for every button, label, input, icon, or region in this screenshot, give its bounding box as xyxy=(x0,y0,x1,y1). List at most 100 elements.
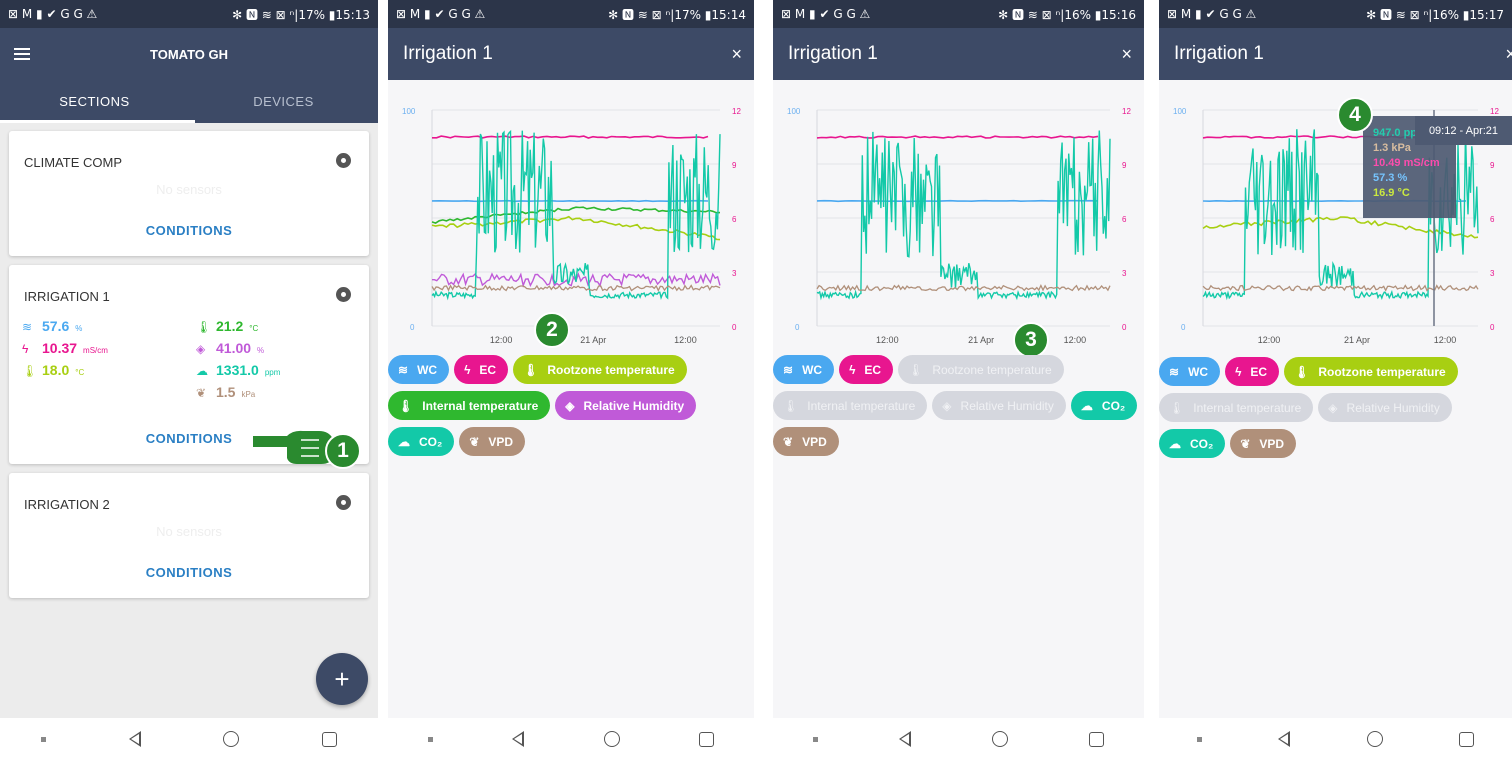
chip-wc[interactable]: ≋ WC xyxy=(388,355,450,384)
thermometer-icon: 🌡 xyxy=(196,320,212,334)
y-left-bottom-label: 0 xyxy=(410,323,415,332)
tab-devices[interactable]: DEVICES xyxy=(189,80,378,123)
modal-header: Irrigation 1 × xyxy=(388,28,754,80)
close-icon[interactable]: × xyxy=(1121,44,1132,65)
gear-icon[interactable] xyxy=(336,287,351,302)
chip-co2[interactable]: ☁ CO₂ xyxy=(1159,429,1226,458)
chip-co2[interactable]: ☁ CO₂ xyxy=(388,427,455,456)
y-right-tick-label: 9 xyxy=(732,161,737,170)
water-content-icon: ≋ xyxy=(783,362,794,377)
lightning-icon: ϟ xyxy=(1235,364,1242,379)
chip-ec[interactable]: ϟ EC xyxy=(839,355,894,384)
nav-dot-icon xyxy=(427,736,433,742)
back-icon[interactable] xyxy=(1278,731,1291,747)
android-nav-bar xyxy=(0,718,378,760)
sensor-value: 18.0 xyxy=(42,362,70,378)
phone-screen-chart-tooltip: ⊠ M ▮ ✔ G G ⚠ ✻ 🅽 ≋ ⊠ ⁿ|16% ▮15:17 Irrig… xyxy=(1159,0,1512,760)
chip-label: Relative Humidity xyxy=(960,398,1054,413)
gear-icon[interactable] xyxy=(336,495,351,510)
chip-label: Relative Humidity xyxy=(583,398,685,413)
y-left-bottom-label: 0 xyxy=(795,323,800,332)
chip-label: Internal temperature xyxy=(1193,400,1302,415)
back-icon[interactable] xyxy=(128,731,141,747)
home-icon[interactable] xyxy=(223,731,240,747)
close-icon[interactable]: × xyxy=(731,44,742,65)
home-icon[interactable] xyxy=(603,731,620,747)
close-icon[interactable]: × xyxy=(1505,44,1512,65)
chip-label: Rootzone temperature xyxy=(932,362,1052,377)
sensor-internal-temperature: 🌡 21.2 °C xyxy=(196,318,258,334)
status-icons-left: ⊠ M ▮ ✔ G G ⚠ xyxy=(396,7,486,21)
add-section-button[interactable]: + xyxy=(316,653,368,705)
gear-icon[interactable] xyxy=(336,153,351,168)
series-internal-temperature-line xyxy=(431,206,721,224)
recent-apps-icon[interactable] xyxy=(321,731,337,747)
conditions-button[interactable]: CONDITIONS xyxy=(9,223,369,238)
chip-rootzone-temperature[interactable]: 🌡 Rootzone temperature xyxy=(513,355,687,384)
x-tick-label: 21 Apr xyxy=(580,335,606,345)
chip-wc[interactable]: ≋ WC xyxy=(773,355,835,384)
android-nav-bar xyxy=(388,718,754,760)
modal-title: Irrigation 1 xyxy=(1174,43,1264,64)
tab-indicator xyxy=(0,120,195,123)
chip-label: EC xyxy=(1250,364,1268,379)
chip-relative-humidity[interactable]: ◈ Relative Humidity xyxy=(555,391,697,420)
chip-relative-humidity[interactable]: ◈ Relative Humidity xyxy=(1318,393,1452,422)
chip-label: EC xyxy=(864,362,882,377)
section-title: IRRIGATION 2 xyxy=(24,497,110,512)
y-left-bottom-label: 0 xyxy=(1181,323,1186,332)
section-title: IRRIGATION 1 xyxy=(24,289,110,304)
leaf-icon: ❦ xyxy=(1240,436,1251,451)
x-tick-label: 12:00 xyxy=(1434,335,1457,345)
sensor-relative-humidity: ◈ 41.00% xyxy=(196,340,264,356)
tooltip-ec: 10.49 mS/cm xyxy=(1373,157,1440,169)
tab-sections[interactable]: SECTIONS xyxy=(0,80,189,123)
conditions-button[interactable]: CONDITIONS xyxy=(9,565,369,580)
phone-screen-chart-all: ⊠ M ▮ ✔ G G ⚠ ✻ 🅽 ≋ ⊠ ⁿ|17% ▮15:14 Irrig… xyxy=(388,0,754,760)
recent-apps-icon[interactable] xyxy=(699,731,715,747)
recent-apps-icon[interactable] xyxy=(1458,731,1474,747)
home-icon[interactable] xyxy=(991,731,1008,747)
back-icon[interactable] xyxy=(512,731,525,747)
chip-rootzone-temperature[interactable]: 🌡 Rootzone temperature xyxy=(898,355,1064,384)
chip-label: EC xyxy=(479,362,497,377)
chip-wc[interactable]: ≋ WC xyxy=(1159,357,1221,386)
modal-header: Irrigation 1 × xyxy=(1159,28,1512,80)
chip-vpd[interactable]: ❦ VPD xyxy=(1230,429,1297,458)
chip-relative-humidity[interactable]: ◈ Relative Humidity xyxy=(932,391,1066,420)
sensor-line-chart: 100 0 12 9 6 3 0 12:00 21 Apr 12:00 xyxy=(402,107,741,345)
chip-internal-temperature[interactable]: 🌡 Internal temperature xyxy=(773,391,928,420)
cloud-icon: ☁ xyxy=(196,364,208,378)
status-bar: ⊠ M ▮ ✔ G G ⚠ ✻ 🅽 ≋ ⊠ ⁿ|17% ▮15:13 xyxy=(0,0,378,28)
status-bar: ⊠ M ▮ ✔ G G ⚠ ✻ 🅽 ≋ ⊠ ⁿ|16% ▮15:17 xyxy=(1159,0,1512,28)
chip-label: CO₂ xyxy=(1190,436,1214,451)
thermometer-icon: 🌡 xyxy=(523,362,539,377)
lightning-icon: ϟ xyxy=(464,362,471,377)
chip-co2[interactable]: ☁ CO₂ xyxy=(1070,391,1138,420)
home-icon[interactable] xyxy=(1366,731,1383,747)
water-content-icon: ≋ xyxy=(1169,364,1180,379)
sensor-ec: ϟ 10.37 mS/cm xyxy=(22,340,108,356)
sensor-value: 1.5 xyxy=(216,384,236,400)
tab-bar: SECTIONS DEVICES xyxy=(0,80,378,123)
chip-vpd[interactable]: ❦ VPD xyxy=(773,427,839,456)
thermometer-icon: 🌡 xyxy=(398,398,414,413)
chip-rootzone-temperature[interactable]: 🌡 Rootzone temperature xyxy=(1284,357,1458,386)
sensor-value: 21.2 xyxy=(216,318,244,334)
sensor-unit: % xyxy=(75,324,83,333)
chip-label: Internal temperature xyxy=(807,398,916,413)
recent-apps-icon[interactable] xyxy=(1088,731,1104,747)
status-icons-left: ⊠ M ▮ ✔ G G ⚠ xyxy=(1167,7,1257,21)
android-nav-bar xyxy=(773,718,1144,760)
hamburger-menu-icon[interactable] xyxy=(14,48,30,60)
phone-screen-chart-filtered: ⊠ M ▮ ✔ G G ⚠ ✻ 🅽 ≋ ⊠ ⁿ|16% ▮15:16 Irrig… xyxy=(773,0,1144,760)
chip-internal-temperature[interactable]: 🌡 Internal temperature xyxy=(388,391,551,420)
chip-ec[interactable]: ϟ EC xyxy=(454,355,509,384)
back-icon[interactable] xyxy=(899,731,912,747)
chip-ec[interactable]: ϟ EC xyxy=(1225,357,1280,386)
chip-label: WC xyxy=(802,362,823,377)
y-right-tick-label: 0 xyxy=(1122,323,1127,332)
series-co2-line xyxy=(431,129,721,301)
chip-vpd[interactable]: ❦ VPD xyxy=(459,427,526,456)
chip-internal-temperature[interactable]: 🌡 Internal temperature xyxy=(1159,393,1314,422)
